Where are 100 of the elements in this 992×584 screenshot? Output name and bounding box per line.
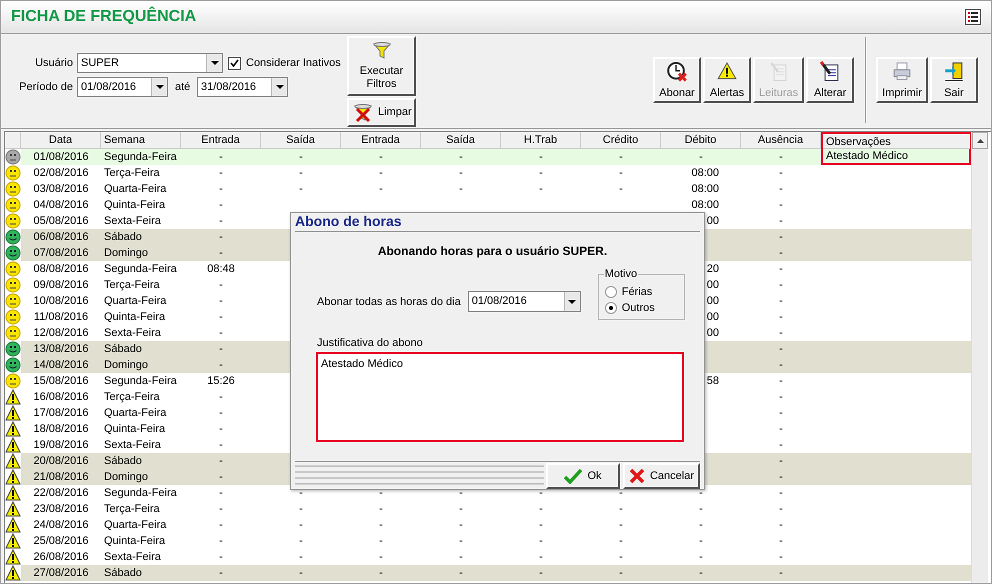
table-cell-text: Sábado (103, 342, 143, 357)
table-cell-text: - (778, 214, 784, 229)
table-cell-text: - (218, 566, 224, 581)
table-cell-text: - (778, 470, 784, 485)
table-cell-text: - (618, 518, 624, 533)
dialog-title: Abono de horas (295, 214, 403, 229)
table-cell-text: - (778, 390, 784, 405)
table-cell-text: - (538, 534, 544, 549)
table-cell-text: - (538, 518, 544, 533)
table-cell-text: 25/08/2016 (32, 534, 90, 549)
table-cell-text: Terça-Feira (103, 278, 161, 293)
until-label: até (175, 80, 192, 95)
table-cell-text: Segunda-Feira (103, 486, 178, 501)
table-cell-text: - (778, 230, 784, 245)
table-cell-text: 06/08/2016 (32, 230, 90, 245)
table-cell-text: Quinta-Feira (103, 310, 166, 325)
table-cell-text: - (538, 550, 544, 565)
table-cell-text: - (298, 566, 304, 581)
table-cell-text: 10/08/2016 (32, 294, 90, 309)
table-cell-text: Sexta-Feira (103, 550, 162, 565)
table-cell-text: 16/08/2016 (32, 390, 90, 405)
table-cell-text: - (778, 310, 784, 325)
table-cell-text: - (538, 502, 544, 517)
table-cell-text: Quinta-Feira (103, 534, 166, 549)
table-cell-text: - (458, 550, 464, 565)
table-cell-text: - (618, 566, 624, 581)
table-cell-text: - (618, 550, 624, 565)
table-cell-text: - (378, 166, 384, 181)
table-cell-text: 08:00 (690, 198, 720, 213)
table-cell-text: - (218, 198, 224, 213)
table-cell-text: - (778, 198, 784, 213)
table-cell-text: - (218, 294, 224, 309)
table-cell-text: - (778, 550, 784, 565)
table-cell-text: - (458, 150, 464, 165)
table-cell-text: 00 (706, 294, 720, 309)
table-cell-text: - (218, 342, 224, 357)
table-cell-text: Domingo (103, 358, 150, 373)
table-cell-text: - (378, 566, 384, 581)
table-cell-text: 03/08/2016 (32, 182, 90, 197)
table-cell-text: - (218, 150, 224, 165)
table-cell-text: - (778, 566, 784, 581)
table-cell-text: 08:48 (206, 262, 236, 277)
table-cell-text: - (778, 502, 784, 517)
table-cell-text: Segunda-Feira (103, 374, 178, 389)
table-cell-text: - (778, 486, 784, 501)
table-cell-text: - (458, 486, 464, 501)
table-cell-text: 00 (706, 310, 720, 325)
table-cell-text: - (538, 566, 544, 581)
dialog-message: Abonando horas para o usuário SUPER. (376, 243, 608, 260)
table-cell-text: 22/08/2016 (32, 486, 90, 501)
table-cell-text: 00 (706, 214, 720, 229)
table-cell-text: - (618, 150, 624, 165)
table-cell-text: Segunda-Feira (103, 262, 178, 277)
table-cell-text: - (298, 182, 304, 197)
table-cell-text: 00 (706, 278, 720, 293)
table-cell-text: - (778, 166, 784, 181)
table-cell-text: - (298, 502, 304, 517)
table-cell-text: 08:00 (690, 166, 720, 181)
table-cell-text: - (218, 486, 224, 501)
table-cell-text: - (218, 534, 224, 549)
table-cell-text: - (698, 486, 704, 501)
table-cell-text: Sexta-Feira (103, 438, 162, 453)
table-cell-text: 05/08/2016 (32, 214, 90, 229)
table-cell-text: - (218, 550, 224, 565)
table-cell-text: - (218, 358, 224, 373)
table-cell-text: Quinta-Feira (103, 422, 166, 437)
table-cell-text: 08:00 (690, 182, 720, 197)
radio-label: Outros (622, 300, 655, 316)
table-cell-text: - (458, 166, 464, 181)
table-cell-text: - (778, 518, 784, 533)
table-cell-text: - (218, 454, 224, 469)
table-cell-text: - (218, 406, 224, 421)
table-cell-text: - (538, 166, 544, 181)
table-cell-text: 04/08/2016 (32, 198, 90, 213)
table-cell-text: - (698, 518, 704, 533)
checkbox-label: Considerar Inativos (246, 56, 341, 71)
table-cell-text: 24/08/2016 (32, 518, 90, 533)
table-cell-text: Quarta-Feira (103, 518, 168, 533)
table-cell-text: - (618, 502, 624, 517)
table-cell-text: 23/08/2016 (32, 502, 90, 517)
table-cell-text: 08/08/2016 (32, 262, 90, 277)
table-cell-text: - (778, 454, 784, 469)
table-cell-text: - (778, 342, 784, 357)
table-cell-text: - (698, 534, 704, 549)
table-cell-text: Quinta-Feira (103, 198, 166, 213)
table-cell-text: 18/08/2016 (32, 422, 90, 437)
table-cell-text: 07/08/2016 (32, 246, 90, 261)
table-cell-text: 19/08/2016 (32, 438, 90, 453)
table-cell-text: - (218, 438, 224, 453)
table-cell-text: - (218, 502, 224, 517)
table-cell-text: Domingo (103, 470, 150, 485)
table-cell-text: 17/08/2016 (32, 406, 90, 421)
table-cell-text: - (538, 150, 544, 165)
table-cell-text: Sexta-Feira (103, 214, 162, 229)
table-cell-text: 13/08/2016 (32, 342, 90, 357)
table-cell-text: 15:26 (206, 374, 236, 389)
table-cell-text: Terça-Feira (103, 502, 161, 517)
table-cell-text: 58 (706, 374, 720, 389)
table-cell-text: - (298, 486, 304, 501)
table-cell-text: - (298, 166, 304, 181)
